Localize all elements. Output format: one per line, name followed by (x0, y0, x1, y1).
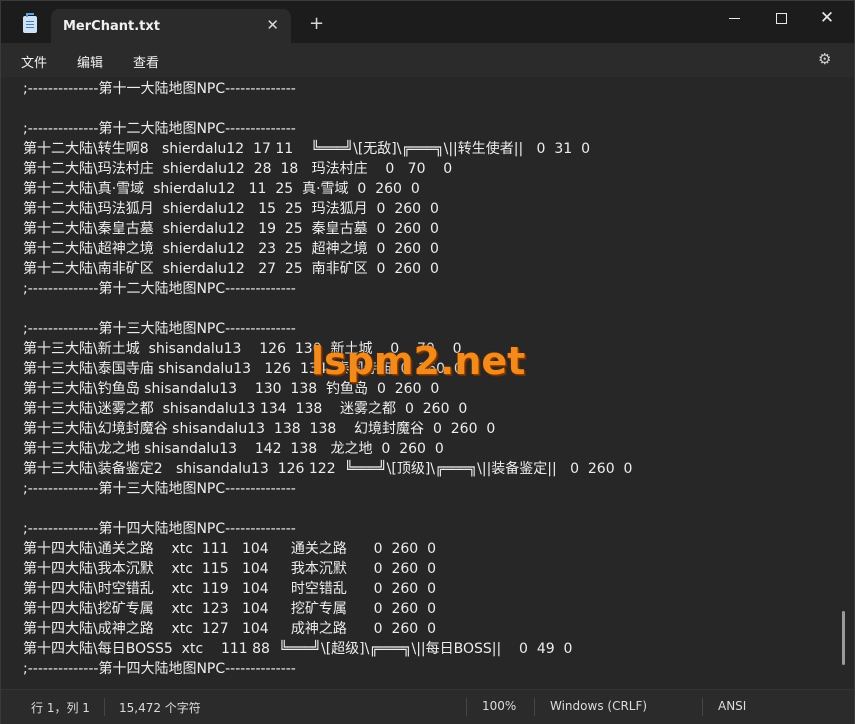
line-ending[interactable]: Windows (CRLF) (550, 699, 647, 713)
status-separator (534, 698, 535, 716)
tab-merchant-txt[interactable]: MerChant.txt ✕ (51, 9, 291, 43)
vertical-scrollbar[interactable] (842, 611, 845, 665)
text-line[interactable] (23, 99, 632, 119)
text-line[interactable]: 第十四大陆\时空错乱 xtc 119 104 时空错乱 0 260 0 (23, 579, 632, 599)
watermark: lspm2.net (311, 339, 526, 383)
text-line[interactable]: 第十二大陆\南非矿区 shierdalu12 27 25 南非矿区 0 260 … (23, 259, 632, 279)
text-line[interactable]: 第十二大陆\超神之境 shierdalu12 23 25 超神之境 0 260 … (23, 239, 632, 259)
text-line[interactable]: ;--------------第十二大陆地图NPC-------------- (23, 119, 632, 139)
minimize-icon (728, 17, 740, 19)
text-line[interactable]: ;--------------第十一大陆地图NPC-------------- (23, 79, 632, 99)
menu-file[interactable]: 文件 (21, 52, 47, 71)
text-line[interactable]: 第十四大陆\我本沉默 xtc 115 104 我本沉默 0 260 0 (23, 559, 632, 579)
text-line[interactable]: 第十二大陆\转生啊8 shierdalu12 17 11 ╚═══╝\[无敌]\… (23, 139, 632, 159)
text-line[interactable]: ;--------------第十三大陆地图NPC-------------- (23, 479, 632, 499)
maximize-icon (775, 12, 787, 24)
tab-close-icon[interactable]: ✕ (266, 16, 279, 34)
encoding[interactable]: ANSI (718, 699, 746, 713)
text-line[interactable]: 第十四大陆\通关之路 xtc 111 104 通关之路 0 260 0 (23, 539, 632, 559)
text-line[interactable]: 第十四大陆\每日BOSS5 xtc 111 88 ╚═══╝\[超级]\╔═══… (23, 639, 632, 659)
text-line[interactable]: ;--------------第十三大陆地图NPC-------------- (23, 319, 632, 339)
menu-edit[interactable]: 编辑 (77, 52, 103, 71)
notepad-icon (23, 13, 37, 33)
status-bar: 行 1，列 1 15,472 个字符 100% Windows (CRLF) A… (1, 689, 854, 724)
text-line[interactable]: 第十二大陆\玛法村庄 shierdalu12 28 18 玛法村庄 0 70 0 (23, 159, 632, 179)
text-line[interactable]: 第十三大陆\幻境封魔谷 shisandalu13 138 138 幻境封魔谷 0… (23, 419, 632, 439)
menu-bar: 文件 编辑 查看 ⚙ (1, 43, 854, 77)
new-tab-icon[interactable]: + (309, 15, 324, 33)
status-separator (104, 698, 105, 716)
maximize-button[interactable] (766, 7, 796, 29)
close-button[interactable]: ✕ (812, 7, 842, 29)
zoom-level[interactable]: 100% (482, 699, 516, 713)
text-line[interactable] (23, 499, 632, 519)
character-count: 15,472 个字符 (119, 701, 201, 715)
text-line[interactable]: 第十四大陆\成神之路 xtc 127 104 成神之路 0 260 0 (23, 619, 632, 639)
gear-icon[interactable]: ⚙ (818, 51, 834, 67)
text-editor[interactable]: ;--------------第十一大陆地图NPC--------------;… (1, 77, 854, 689)
text-line[interactable]: 第十二大陆\真·雪域 shierdalu12 11 25 真·雪域 0 260 … (23, 179, 632, 199)
text-line[interactable]: 第十三大陆\迷雾之都 shisandalu13 134 138 迷雾之都 0 2… (23, 399, 632, 419)
notepad-window: MerChant.txt ✕ + ✕ 文件 编辑 查看 ⚙ ;---------… (0, 0, 855, 724)
text-line[interactable] (23, 299, 632, 319)
cursor-position[interactable]: 行 1，列 1 (31, 699, 90, 716)
text-line[interactable]: 第十三大陆\龙之地 shisandalu13 142 138 龙之地 0 260… (23, 439, 632, 459)
text-line[interactable]: 第十三大陆\装备鉴定2 shisandalu13 126 122 ╚═══╝\[… (23, 459, 632, 479)
text-line[interactable]: ;--------------第十四大陆地图NPC-------------- (23, 519, 632, 539)
title-bar[interactable]: MerChant.txt ✕ + ✕ (1, 1, 854, 43)
text-line[interactable]: 第十二大陆\秦皇古墓 shierdalu12 19 25 秦皇古墓 0 260 … (23, 219, 632, 239)
status-separator (466, 698, 467, 716)
tab-title: MerChant.txt (63, 19, 160, 34)
text-line[interactable]: ;--------------第十四大陆地图NPC-------------- (23, 659, 632, 679)
text-line[interactable]: ;--------------第十二大陆地图NPC-------------- (23, 279, 632, 299)
menu-view[interactable]: 查看 (133, 52, 159, 71)
text-line[interactable]: 第十二大陆\玛法狐月 shierdalu12 15 25 玛法狐月 0 260 … (23, 199, 632, 219)
text-line[interactable]: 第十四大陆\挖矿专属 xtc 123 104 挖矿专属 0 260 0 (23, 599, 632, 619)
status-separator (702, 698, 703, 716)
minimize-button[interactable] (719, 7, 749, 29)
